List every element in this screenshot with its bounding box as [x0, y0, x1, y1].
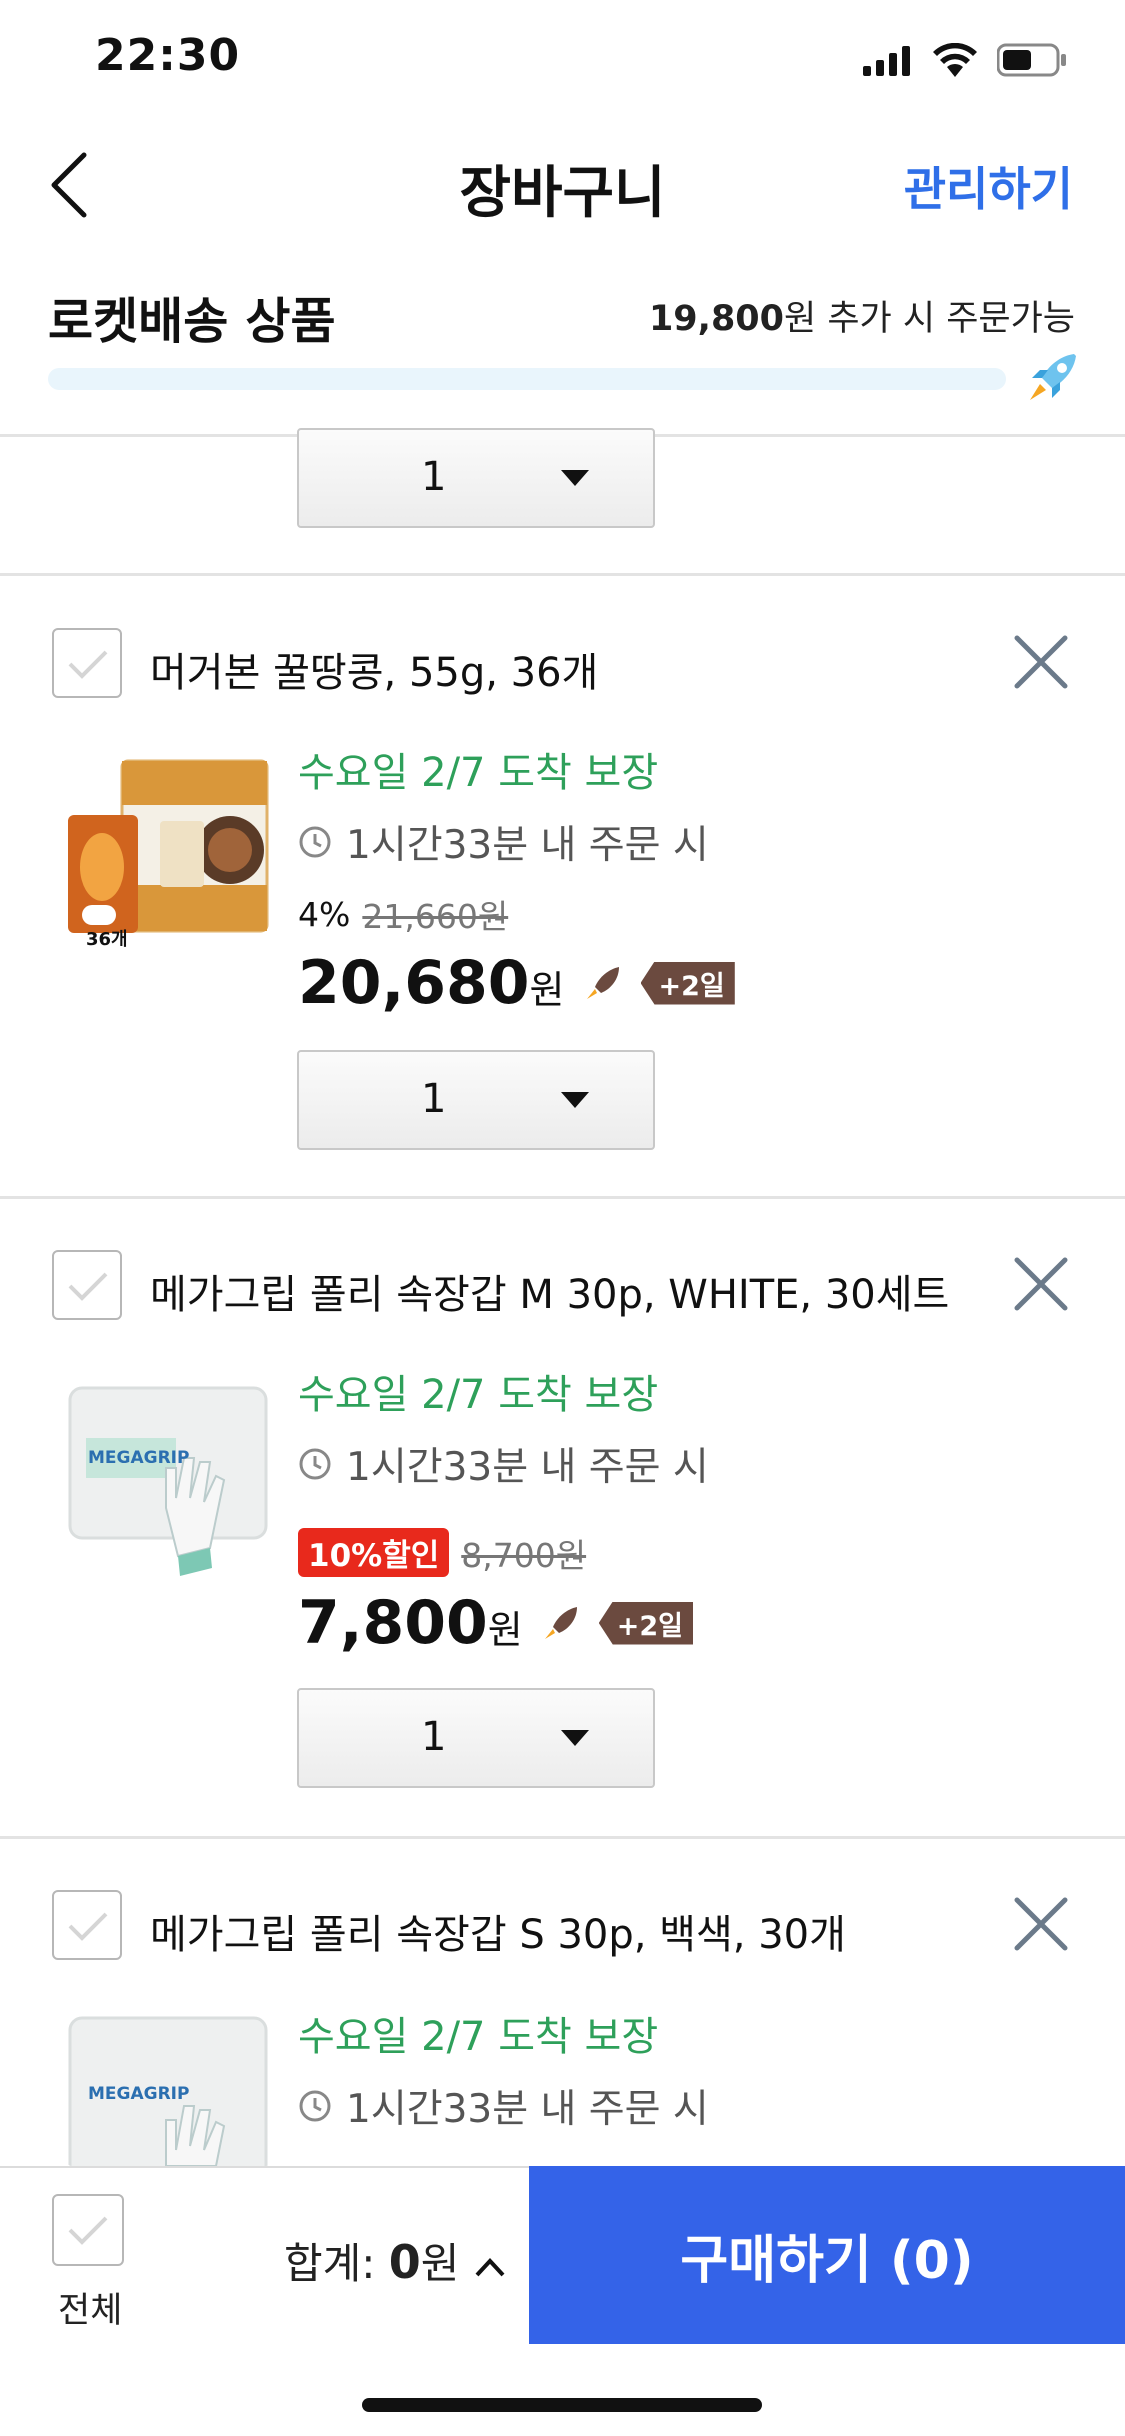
caret-down-icon: [561, 1092, 589, 1108]
clock-icon: [299, 1448, 331, 1480]
sale-price: 20,680원: [298, 948, 565, 1018]
total-amount: 0: [388, 2235, 421, 2289]
quantity-dropdown[interactable]: 1: [297, 1688, 655, 1788]
discount-percent: 4%: [298, 894, 351, 934]
check-icon: [68, 1272, 108, 1301]
item-name[interactable]: 메가그립 폴리 속장갑 S 30p, 백색, 30개: [150, 1902, 846, 1960]
chevron-up-icon: [475, 2257, 505, 2276]
price-row: 20,680원 +2일: [298, 948, 735, 1018]
quantity-value: 1: [421, 1076, 447, 1122]
thumbnail-label: MEGAGRIP: [88, 2084, 190, 2104]
minimum-order-amount: 19,800: [648, 299, 785, 339]
close-icon[interactable]: [1013, 1896, 1069, 1952]
thumbnail-label: 36개: [86, 929, 128, 950]
minimum-order-text: 원 추가 시 주문가능: [784, 299, 1075, 339]
rocket-delivery-icon: [586, 967, 619, 999]
price-row: 7,800원 +2일: [298, 1588, 694, 1658]
original-price: 8,700원: [461, 1535, 587, 1575]
discount-badge: 10%할인: [298, 1528, 450, 1577]
quantity-value: 1: [421, 454, 447, 500]
buy-button[interactable]: 구매하기 (0): [529, 2166, 1125, 2344]
delivery-day-badge: +2일: [640, 961, 735, 1005]
deadline-text: 1시간33분 내 주문 시: [346, 2087, 709, 2132]
home-indicator: [362, 2398, 762, 2412]
status-icons: [863, 40, 1067, 80]
select-all-checkbox[interactable]: [52, 2194, 124, 2266]
close-icon[interactable]: [1013, 634, 1069, 690]
item-name[interactable]: 메가그립 폴리 속장갑 M 30p, WHITE, 30세트: [150, 1262, 949, 1320]
item-checkbox[interactable]: [52, 1890, 122, 1960]
rocket-icon: [1030, 354, 1076, 400]
caret-down-icon: [561, 470, 589, 486]
check-icon: [68, 2216, 108, 2245]
clock-icon: [299, 826, 331, 858]
close-icon[interactable]: [1013, 1256, 1069, 1312]
delivery-day-badge: +2일: [598, 1601, 694, 1645]
product-thumbnail[interactable]: MEGAGRIP: [66, 2010, 272, 2166]
minimum-order-progress: [48, 368, 1006, 390]
original-price: 21,660원: [362, 897, 509, 936]
wifi-icon: [933, 43, 977, 77]
deadline-text: 1시간33분 내 주문 시: [346, 823, 709, 868]
sale-price: 7,800원: [298, 1588, 523, 1658]
arrival-guarantee: 수요일 2/7 도착 보장: [298, 1372, 659, 1418]
sale-price-value: 20,680: [298, 948, 530, 1018]
arrival-guarantee: 수요일 2/7 도착 보장: [298, 2014, 659, 2060]
cellular-signal-icon: [863, 46, 910, 76]
product-thumbnail[interactable]: 36개: [62, 755, 272, 955]
price-discount-row: 10%할인 8,700원: [298, 1528, 586, 1577]
quantity-dropdown[interactable]: 1: [297, 428, 655, 528]
item-checkbox[interactable]: [52, 628, 122, 698]
total-unit: 원: [420, 2239, 460, 2288]
product-thumbnail[interactable]: MEGAGRIP: [66, 1378, 272, 1584]
rocket-section-title: 로켓배송 상품: [48, 293, 336, 350]
check-icon: [68, 1912, 108, 1941]
item-divider: [0, 1196, 1125, 1199]
item-checkbox[interactable]: [52, 1250, 122, 1320]
gloves-pack-image: [68, 1386, 268, 1576]
status-time: 22:30: [95, 30, 241, 81]
quantity-dropdown[interactable]: 1: [297, 1050, 655, 1150]
total-prefix: 합계:: [284, 2239, 389, 2288]
item-name[interactable]: 머거본 꿀땅콩, 55g, 36개: [150, 640, 598, 698]
rocket-delivery-icon: [544, 1607, 577, 1639]
check-icon: [68, 650, 108, 679]
quantity-value: 1: [421, 1714, 447, 1760]
minimum-order-note: 19,800원 추가 시 주문가능: [649, 290, 1075, 341]
clock-icon: [299, 2090, 331, 2122]
price-discount-row: 4% 21,660원: [298, 890, 508, 938]
order-deadline: 1시간33분 내 주문 시: [298, 1436, 709, 1492]
caret-down-icon: [561, 1730, 589, 1746]
select-all-label[interactable]: 전체: [58, 2282, 122, 2333]
order-deadline: 1시간33분 내 주문 시: [298, 814, 709, 870]
price-unit: 원: [487, 1608, 523, 1652]
thumbnail-label: MEGAGRIP: [88, 1448, 190, 1468]
price-unit: 원: [529, 968, 565, 1012]
order-deadline: 1시간33분 내 주문 시: [298, 2078, 709, 2134]
battery-icon: [997, 43, 1066, 77]
item-divider: [0, 1836, 1125, 1839]
deadline-text: 1시간33분 내 주문 시: [346, 1445, 709, 1490]
item-divider: [0, 573, 1125, 576]
arrival-guarantee: 수요일 2/7 도착 보장: [298, 750, 659, 796]
manage-button[interactable]: 관리하기: [904, 153, 1073, 219]
sale-price-value: 7,800: [298, 1588, 488, 1658]
total-summary[interactable]: 합계: 0원: [284, 2230, 507, 2291]
